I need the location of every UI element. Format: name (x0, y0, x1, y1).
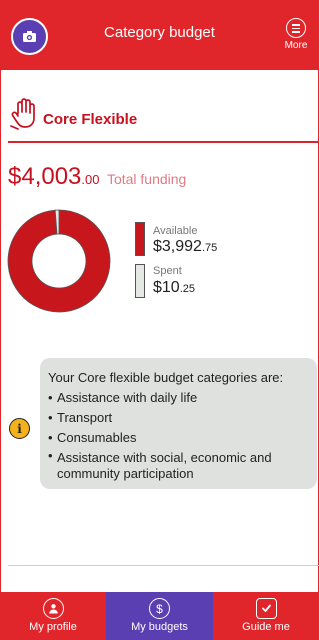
nav-guide-me[interactable]: Guide me (213, 592, 319, 640)
nav-my-budgets[interactable]: $ My budgets (106, 592, 213, 640)
spent-label: Spent (153, 265, 182, 277)
spent-amount-cents: .25 (179, 283, 195, 295)
category-list-item: Consumables (48, 428, 309, 448)
app-header: Category budget More (0, 0, 319, 70)
more-label: More (284, 40, 308, 51)
spent-value: $10.25 (153, 279, 195, 297)
more-button[interactable]: More (281, 18, 311, 51)
nav-label: Guide me (242, 621, 290, 633)
total-funding-label: Total funding (106, 171, 187, 187)
right-edge (318, 70, 319, 592)
person-icon (42, 598, 64, 619)
category-divider (8, 141, 319, 143)
bottom-nav: My profile $ My budgets Guide me (0, 592, 319, 640)
total-amount-cents: .00 (81, 172, 100, 187)
available-label: Available (153, 225, 198, 237)
camera-icon[interactable] (11, 18, 48, 55)
checklist-icon (255, 598, 277, 619)
left-edge (0, 70, 1, 592)
spent-amount: $10 (153, 279, 180, 296)
available-swatch (135, 222, 145, 256)
section-divider (8, 565, 319, 566)
hand-icon (10, 98, 35, 130)
spent-swatch (135, 264, 145, 298)
nav-label: My profile (29, 621, 77, 633)
nav-my-profile[interactable]: My profile (0, 592, 106, 640)
total-amount: $4,003 (8, 163, 82, 190)
available-amount: $3,992 (153, 238, 202, 255)
info-intro: Your Core flexible budget categories are… (48, 370, 284, 385)
info-box: Your Core flexible budget categories are… (40, 358, 317, 489)
category-list-item: Assistance with social, economic and com… (48, 448, 309, 482)
page-title: Category budget (104, 24, 215, 41)
available-amount-cents: .75 (201, 242, 218, 254)
category-list: Assistance with daily life Transport Con… (48, 388, 309, 482)
category-list-item: Transport (48, 408, 309, 428)
nav-label: My budgets (131, 621, 188, 633)
dollar-icon: $ (149, 598, 170, 619)
info-icon[interactable]: i (9, 418, 30, 439)
available-value: $3,992.75 (153, 238, 217, 256)
category-title: Core Flexible (43, 111, 138, 128)
budget-donut-chart (7, 209, 111, 313)
menu-icon (286, 18, 306, 38)
category-list-item: Assistance with daily life (48, 388, 309, 408)
total-funding: $4,003.00 Total funding (8, 163, 186, 191)
